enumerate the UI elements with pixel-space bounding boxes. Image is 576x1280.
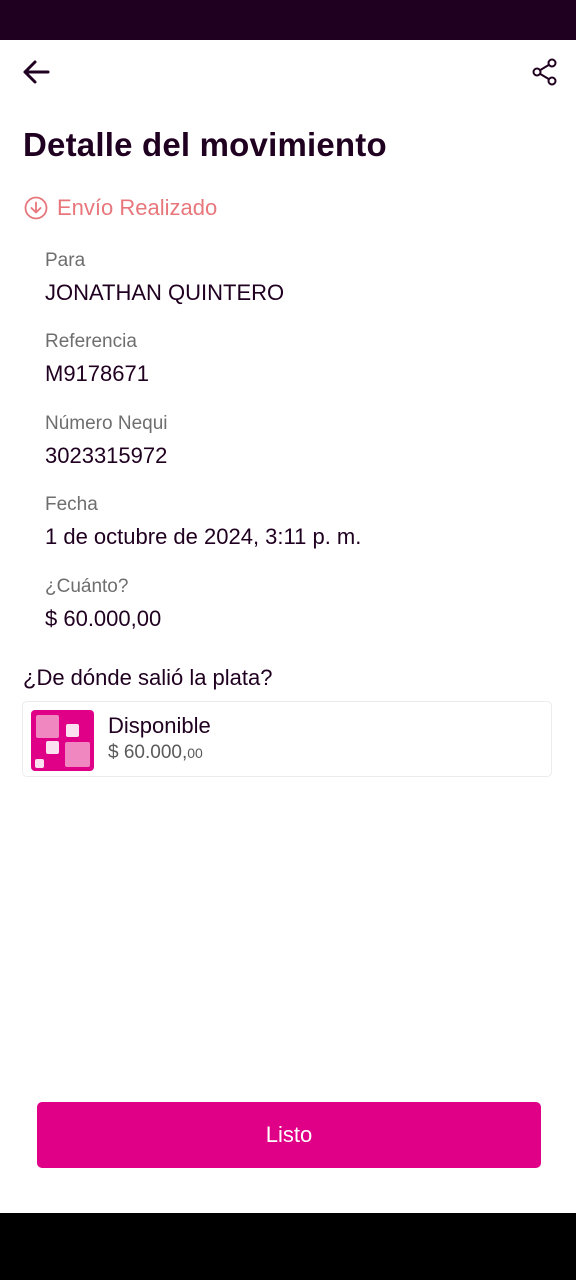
done-button[interactable]: Listo (37, 1102, 541, 1168)
pocket-squares-icon (31, 710, 94, 771)
pocket-balance: $ 60.000,00 (108, 742, 203, 764)
arrow-left-icon (23, 60, 50, 84)
pocket-balance-main: $ 60.000, (108, 742, 188, 763)
nequi-number-label: Número Nequi (45, 413, 168, 434)
date-value: 1 de octubre de 2024, 3:11 p. m. (45, 524, 362, 549)
amount-label: ¿Cuánto? (45, 576, 129, 597)
date-label: Fecha (45, 494, 98, 515)
reference-value: M9178671 (45, 361, 149, 386)
share-icon (532, 58, 557, 86)
recipient-value: JONATHAN QUINTERO (45, 280, 285, 305)
nequi-number-value: 3023315972 (45, 443, 168, 468)
transaction-status: Envío Realizado (24, 194, 217, 222)
share-button[interactable] (524, 52, 566, 92)
status-bar (0, 0, 576, 40)
recipient-label: Para (45, 250, 86, 271)
page-title: Detalle del movimiento (23, 126, 387, 163)
system-nav-bar (0, 1213, 576, 1280)
source-pocket-card[interactable]: Disponible $ 60.000,00 (22, 701, 552, 777)
reference-label: Referencia (45, 331, 137, 352)
amount-value: $ 60.000,00 (45, 606, 162, 631)
source-question: ¿De dónde salió la plata? (23, 665, 273, 690)
back-button[interactable] (14, 52, 58, 92)
pocket-name: Disponible (108, 713, 211, 738)
status-text: Envío Realizado (57, 195, 218, 220)
pocket-balance-cents: 00 (187, 745, 203, 761)
arrow-down-circle-icon (24, 196, 48, 220)
